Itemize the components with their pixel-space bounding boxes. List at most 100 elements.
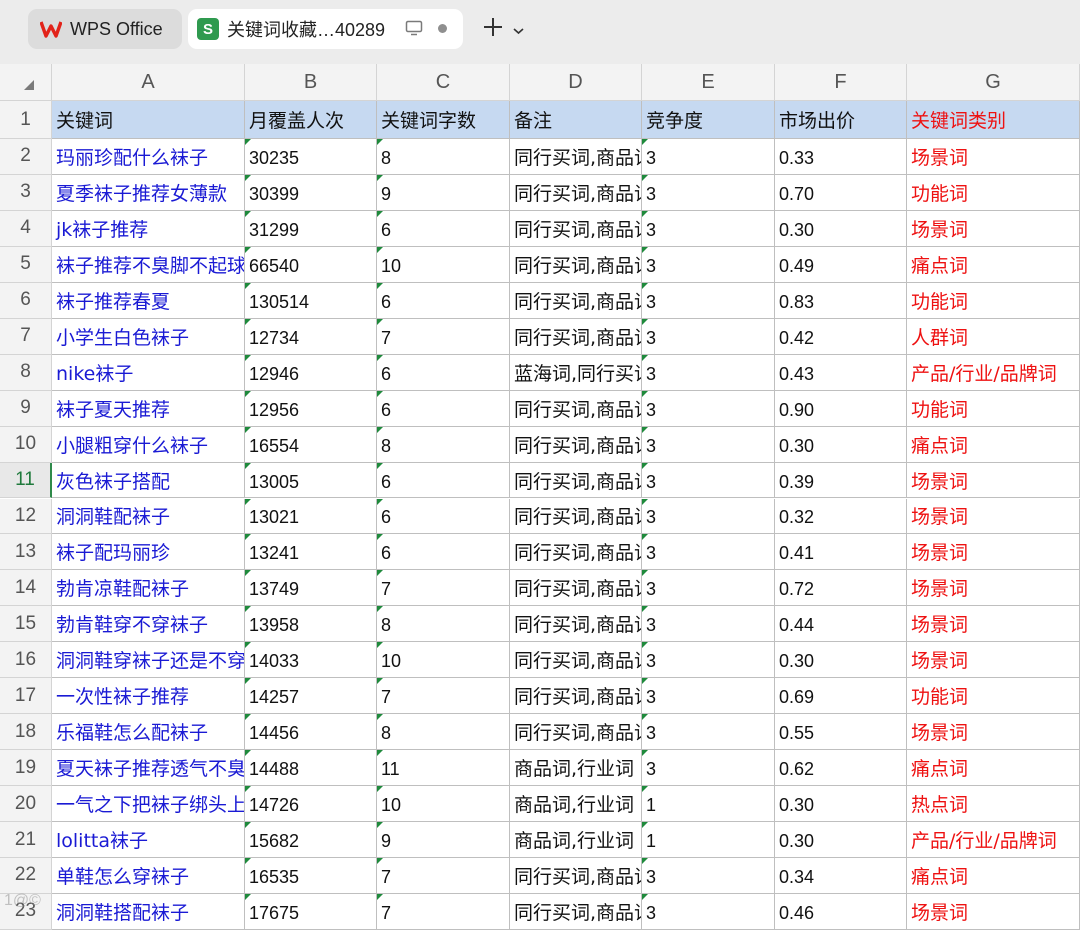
cell-e15[interactable]: 3 bbox=[642, 606, 775, 643]
cell-g4[interactable]: 场景词 bbox=[907, 210, 1080, 247]
cell-f12[interactable]: 0.32 bbox=[775, 498, 907, 535]
row-header-2[interactable]: 2 bbox=[0, 139, 52, 175]
cell-f20[interactable]: 0.30 bbox=[775, 786, 907, 823]
row-header-15[interactable]: 15 bbox=[0, 606, 52, 643]
cell-g11[interactable]: 场景词 bbox=[907, 462, 1080, 499]
cell-f15[interactable]: 0.44 bbox=[775, 606, 907, 643]
cell-d7[interactable]: 同行买词,商品词 bbox=[510, 318, 642, 355]
row-header-21[interactable]: 21 bbox=[0, 822, 52, 858]
cell-g23[interactable]: 场景词 bbox=[907, 893, 1080, 930]
cell-d20[interactable]: 商品词,行业词 bbox=[510, 786, 642, 823]
cell-a22[interactable]: 单鞋怎么穿袜子 bbox=[52, 858, 245, 894]
cell-b5[interactable]: 66540 bbox=[245, 246, 377, 283]
cell-b21[interactable]: 15682 bbox=[245, 822, 377, 858]
cell-c5[interactable]: 10 bbox=[377, 246, 510, 283]
header-cell-g1[interactable]: 关键词类别 bbox=[907, 101, 1080, 139]
cell-g15[interactable]: 场景词 bbox=[907, 606, 1080, 643]
cell-e20[interactable]: 1 bbox=[642, 786, 775, 823]
cell-g19[interactable]: 痛点词 bbox=[907, 750, 1080, 787]
cell-c9[interactable]: 6 bbox=[377, 390, 510, 427]
cell-c15[interactable]: 8 bbox=[377, 606, 510, 643]
cell-e2[interactable]: 3 bbox=[642, 139, 775, 175]
cell-f5[interactable]: 0.49 bbox=[775, 246, 907, 283]
cell-d18[interactable]: 同行买词,商品词 bbox=[510, 714, 642, 751]
cell-c10[interactable]: 8 bbox=[377, 426, 510, 463]
cell-c19[interactable]: 11 bbox=[377, 750, 510, 787]
cell-d10[interactable]: 同行买词,商品词 bbox=[510, 426, 642, 463]
cell-a12[interactable]: 洞洞鞋配袜子 bbox=[52, 498, 245, 535]
header-cell-d1[interactable]: 备注 bbox=[510, 101, 642, 139]
cell-f6[interactable]: 0.83 bbox=[775, 282, 907, 319]
cell-g14[interactable]: 场景词 bbox=[907, 570, 1080, 607]
cell-c3[interactable]: 9 bbox=[377, 174, 510, 211]
column-header-b[interactable]: B bbox=[245, 64, 377, 101]
cell-a11[interactable]: 灰色袜子搭配 bbox=[52, 462, 245, 499]
cell-d2[interactable]: 同行买词,商品词 bbox=[510, 139, 642, 175]
cell-b20[interactable]: 14726 bbox=[245, 786, 377, 823]
cell-f7[interactable]: 0.42 bbox=[775, 318, 907, 355]
row-header-10[interactable]: 10 bbox=[0, 426, 52, 463]
column-header-c[interactable]: C bbox=[377, 64, 510, 101]
cell-d16[interactable]: 同行买词,商品词 bbox=[510, 642, 642, 679]
cell-f8[interactable]: 0.43 bbox=[775, 354, 907, 391]
cell-d6[interactable]: 同行买词,商品词 bbox=[510, 282, 642, 319]
row-header-19[interactable]: 19 bbox=[0, 750, 52, 787]
cell-g6[interactable]: 功能词 bbox=[907, 282, 1080, 319]
cell-f11[interactable]: 0.39 bbox=[775, 462, 907, 499]
row-header-20[interactable]: 20 bbox=[0, 786, 52, 823]
cell-f3[interactable]: 0.70 bbox=[775, 174, 907, 211]
row-header-4[interactable]: 4 bbox=[0, 210, 52, 247]
cell-d3[interactable]: 同行买词,商品词 bbox=[510, 174, 642, 211]
tab-wps-office[interactable]: WPS Office bbox=[28, 9, 182, 49]
cell-e6[interactable]: 3 bbox=[642, 282, 775, 319]
cell-f22[interactable]: 0.34 bbox=[775, 858, 907, 894]
cell-f23[interactable]: 0.46 bbox=[775, 893, 907, 930]
cell-b7[interactable]: 12734 bbox=[245, 318, 377, 355]
cell-e4[interactable]: 3 bbox=[642, 210, 775, 247]
cell-g12[interactable]: 场景词 bbox=[907, 498, 1080, 535]
row-header-23[interactable]: 23 bbox=[0, 893, 52, 930]
row-header-18[interactable]: 18 bbox=[0, 714, 52, 751]
cell-g18[interactable]: 场景词 bbox=[907, 714, 1080, 751]
cell-a21[interactable]: lolitta袜子 bbox=[52, 822, 245, 858]
cell-g20[interactable]: 热点词 bbox=[907, 786, 1080, 823]
cell-e16[interactable]: 3 bbox=[642, 642, 775, 679]
cell-d23[interactable]: 同行买词,商品词 bbox=[510, 893, 642, 930]
cell-b17[interactable]: 14257 bbox=[245, 678, 377, 715]
row-header-11[interactable]: 11 bbox=[0, 462, 52, 499]
cell-d11[interactable]: 同行买词,商品词 bbox=[510, 462, 642, 499]
header-cell-b1[interactable]: 月覆盖人次 bbox=[245, 101, 377, 139]
cell-a5[interactable]: 袜子推荐不臭脚不起球 bbox=[52, 246, 245, 283]
column-header-d[interactable]: D bbox=[510, 64, 642, 101]
cell-e23[interactable]: 3 bbox=[642, 893, 775, 930]
cell-d22[interactable]: 同行买词,商品词 bbox=[510, 858, 642, 894]
cell-f18[interactable]: 0.55 bbox=[775, 714, 907, 751]
cell-e5[interactable]: 3 bbox=[642, 246, 775, 283]
cell-a2[interactable]: 玛丽珍配什么袜子 bbox=[52, 139, 245, 175]
cell-c13[interactable]: 6 bbox=[377, 534, 510, 571]
cell-a14[interactable]: 勃肯凉鞋配袜子 bbox=[52, 570, 245, 607]
cell-a16[interactable]: 洞洞鞋穿袜子还是不穿 bbox=[52, 642, 245, 679]
cell-g22[interactable]: 痛点词 bbox=[907, 858, 1080, 894]
cell-e12[interactable]: 3 bbox=[642, 498, 775, 535]
column-header-e[interactable]: E bbox=[642, 64, 775, 101]
cell-b19[interactable]: 14488 bbox=[245, 750, 377, 787]
cell-c18[interactable]: 8 bbox=[377, 714, 510, 751]
row-header-7[interactable]: 7 bbox=[0, 318, 52, 355]
cell-a18[interactable]: 乐福鞋怎么配袜子 bbox=[52, 714, 245, 751]
cell-a17[interactable]: 一次性袜子推荐 bbox=[52, 678, 245, 715]
cell-d12[interactable]: 同行买词,商品词 bbox=[510, 498, 642, 535]
cell-g9[interactable]: 功能词 bbox=[907, 390, 1080, 427]
cell-d5[interactable]: 同行买词,商品词 bbox=[510, 246, 642, 283]
row-header-1[interactable]: 1 bbox=[0, 101, 52, 139]
cell-c4[interactable]: 6 bbox=[377, 210, 510, 247]
row-header-16[interactable]: 16 bbox=[0, 642, 52, 679]
monitor-icon[interactable] bbox=[405, 20, 423, 40]
row-header-17[interactable]: 17 bbox=[0, 678, 52, 715]
row-header-5[interactable]: 5 bbox=[0, 246, 52, 283]
cell-a10[interactable]: 小腿粗穿什么袜子 bbox=[52, 426, 245, 463]
cell-e22[interactable]: 3 bbox=[642, 858, 775, 894]
cell-d17[interactable]: 同行买词,商品词 bbox=[510, 678, 642, 715]
cell-b14[interactable]: 13749 bbox=[245, 570, 377, 607]
cell-f9[interactable]: 0.90 bbox=[775, 390, 907, 427]
